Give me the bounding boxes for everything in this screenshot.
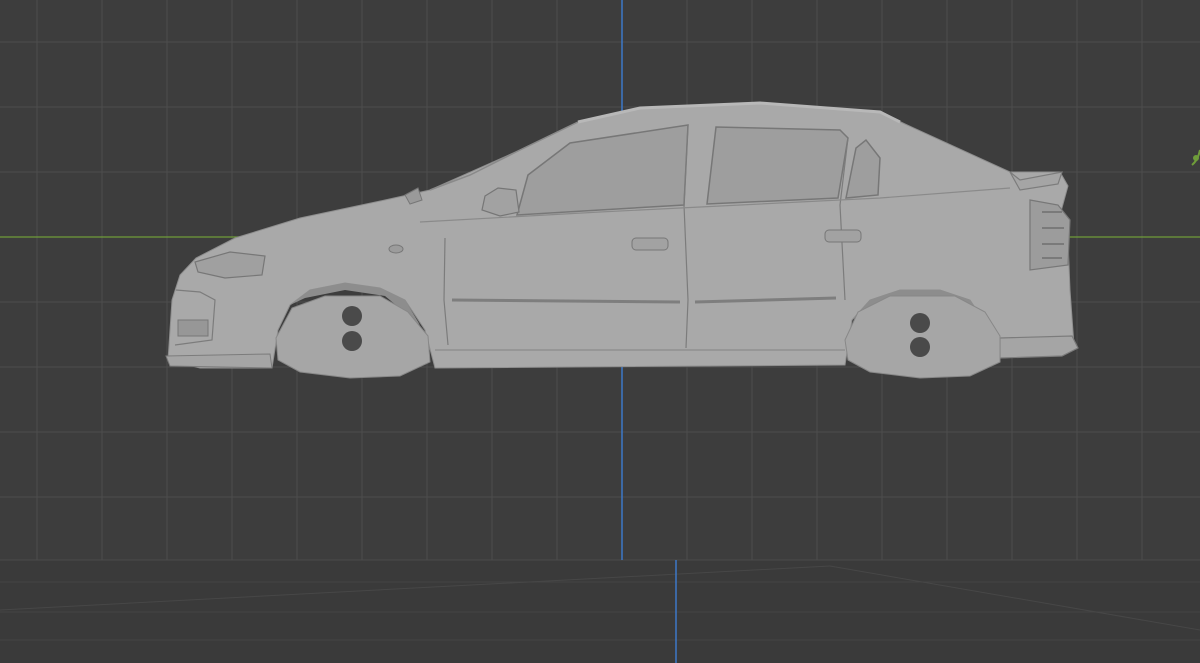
axis-gizmo-icon[interactable] (1191, 149, 1200, 166)
rear-wheel-hub-hole-lower (910, 337, 930, 357)
floor-plane (0, 559, 1200, 663)
front-splitter (165, 353, 273, 369)
front-door-handle[interactable] (631, 237, 669, 251)
rear-wheel-hub-hole-upper (910, 313, 930, 333)
rear-door-window (706, 126, 849, 205)
front-wheel-hub-hole-lower (342, 331, 362, 351)
rear-bumper (999, 335, 1079, 359)
car-model[interactable] (165, 101, 1079, 379)
side-indicator (388, 244, 404, 254)
fog-lamp (177, 319, 209, 337)
3d-viewport[interactable] (0, 0, 1200, 663)
viewport-canvas[interactable] (0, 0, 1200, 663)
tail-light (1029, 199, 1071, 271)
rear-wheel[interactable] (844, 295, 1001, 379)
rear-door-handle[interactable] (824, 229, 862, 243)
front-wheel-hub-hole-upper (342, 306, 362, 326)
